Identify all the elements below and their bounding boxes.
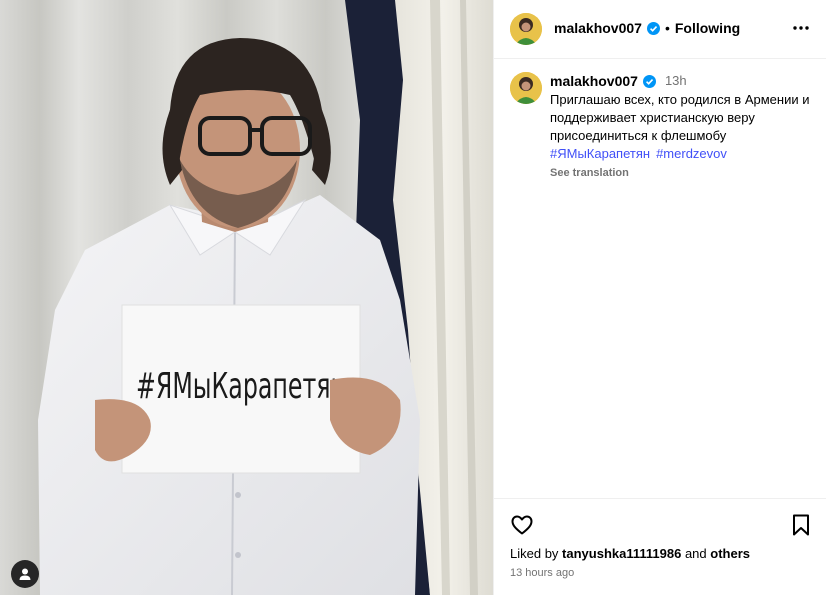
more-options-button[interactable] [791,18,811,38]
more-horizontal-icon [793,26,809,30]
tag-people-button[interactable] [11,560,39,588]
verified-badge-icon [646,21,660,35]
hashtag-link[interactable]: #merdzevov [656,146,727,161]
hashtag-link[interactable]: #ЯМыКарапетян [550,146,650,161]
separator-dot: • [664,20,670,36]
verified-badge-icon [642,74,656,88]
see-translation-link[interactable]: See translation [550,164,820,182]
header-row: malakhov007 • Following [554,20,740,36]
sign-text: #ЯМыКарапетян [136,366,346,407]
post-timestamp[interactable]: 13 hours ago [510,567,574,579]
post-photo[interactable]: #ЯМыКарапетян [0,0,493,595]
save-bookmark-icon[interactable] [791,513,811,537]
caption-hashtags: #ЯМыКарапетян #merdzevov [550,145,820,163]
liked-others-link[interactable]: others [710,546,750,561]
likes-summary: Liked by tanyushka11111986 and others [510,546,750,561]
caption-body: Приглашаю всех, кто родился в Армении и … [550,92,810,143]
caption-text-block: malakhov007 13h Приглашаю всех, кто роди… [550,72,820,182]
post-header: malakhov007 • Following [494,0,826,59]
caption-author-username[interactable]: malakhov007 [550,72,638,90]
user-icon [19,568,31,580]
post-side-panel: malakhov007 • Following malakhov007 13h … [493,0,826,595]
caption-author-avatar[interactable] [510,72,542,104]
liked-by-user[interactable]: tanyushka11111986 [562,546,681,561]
post-actions: Liked by tanyushka11111986 and others 13… [494,498,826,595]
like-heart-icon[interactable] [510,513,534,537]
liked-by-label: Liked by [510,546,559,561]
following-button[interactable]: Following [675,20,740,36]
caption-time[interactable]: 13h [665,72,687,90]
author-username[interactable]: malakhov007 [554,20,642,36]
author-avatar[interactable] [510,13,542,45]
post-image: #ЯМыКарапетян [0,0,493,595]
liked-and-label: and [684,546,707,561]
